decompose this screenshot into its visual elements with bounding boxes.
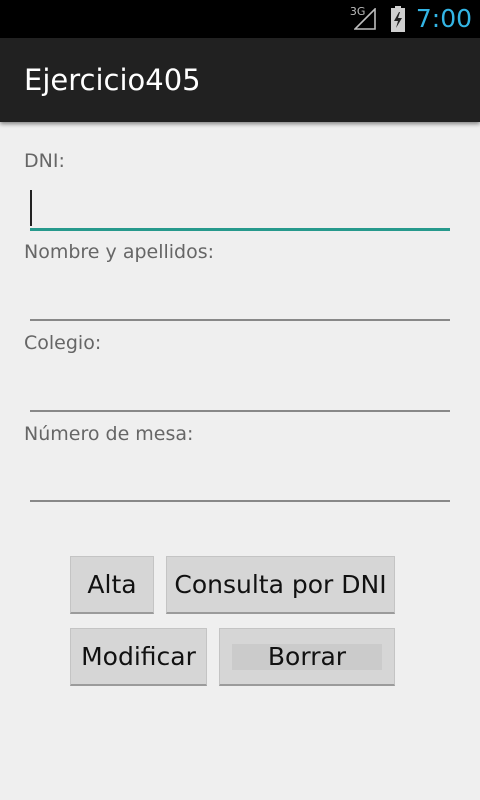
nombre-input[interactable] — [30, 279, 450, 321]
action-bar: Ejercicio405 — [0, 38, 480, 122]
mesa-input[interactable] — [30, 460, 450, 502]
dni-input[interactable] — [30, 188, 450, 231]
status-icons: 3G 7:00 — [350, 0, 472, 38]
status-bar: 3G 7:00 — [0, 0, 480, 38]
alta-button[interactable]: Alta — [70, 556, 154, 614]
mesa-label: Número de mesa: — [24, 423, 194, 445]
clock: 7:00 — [415, 4, 472, 33]
alta-button-label: Alta — [87, 570, 137, 599]
borrar-button-label: Borrar — [232, 642, 382, 671]
borrar-button[interactable]: Borrar — [219, 628, 395, 686]
consulta-button-label: Consulta por DNI — [174, 570, 387, 599]
battery-charging-icon — [390, 6, 405, 32]
dni-label: DNI: — [24, 150, 65, 172]
consulta-button[interactable]: Consulta por DNI — [166, 556, 395, 614]
colegio-input[interactable] — [30, 370, 450, 412]
text-cursor — [30, 190, 32, 226]
modificar-button-label: Modificar — [81, 642, 196, 671]
app-title: Ejercicio405 — [24, 63, 201, 97]
modificar-button[interactable]: Modificar — [70, 628, 207, 686]
signal-indicator: 3G — [350, 4, 380, 34]
colegio-label: Colegio: — [24, 332, 102, 354]
nombre-label: Nombre y apellidos: — [24, 241, 215, 263]
signal-icon — [353, 8, 376, 30]
